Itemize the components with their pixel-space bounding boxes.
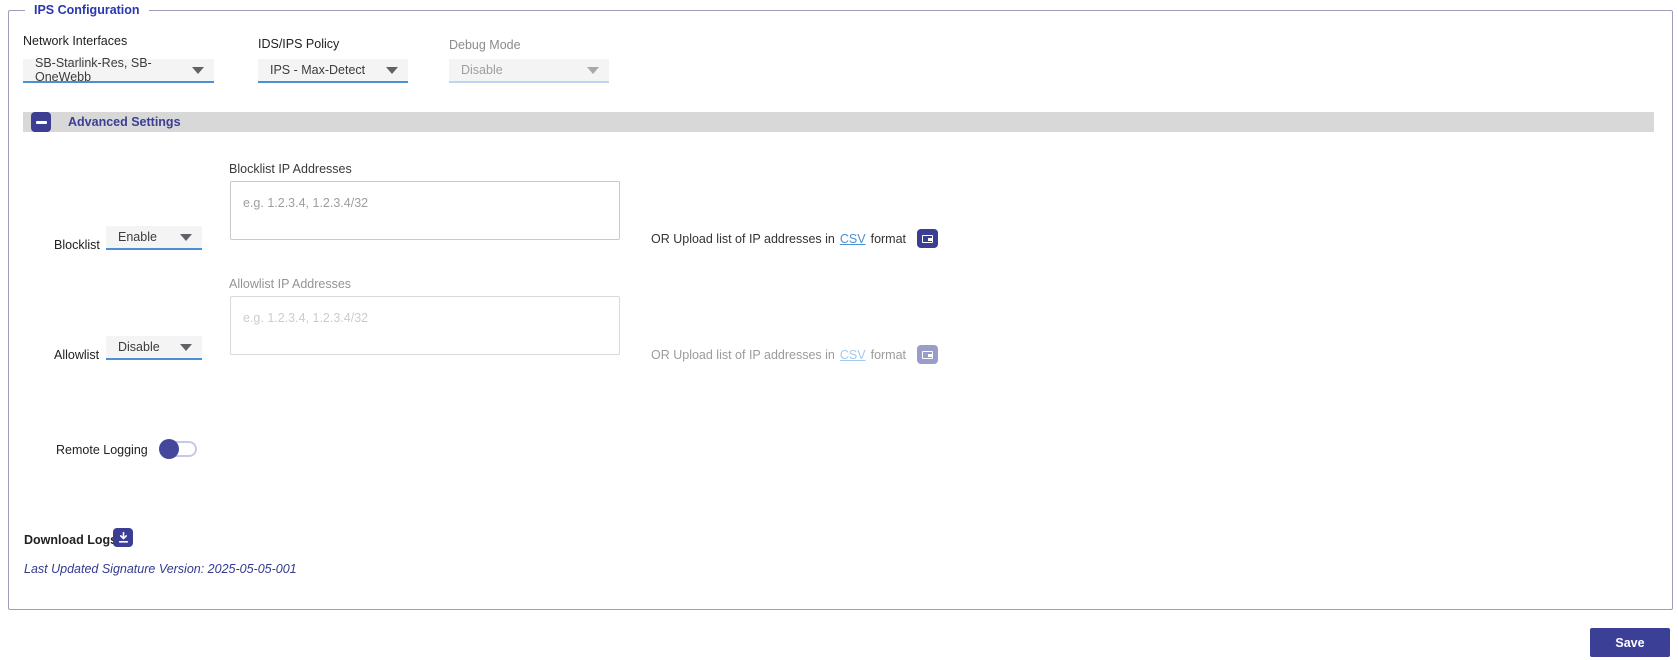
blocklist-state-value: Enable bbox=[118, 230, 157, 244]
blocklist-state-dropdown[interactable]: Enable bbox=[106, 226, 202, 250]
remote-logging-toggle[interactable] bbox=[159, 439, 199, 459]
remote-logging-label: Remote Logging bbox=[56, 443, 148, 457]
allowlist-ip-addresses-input bbox=[230, 296, 620, 355]
upload-text-suffix: format bbox=[870, 347, 907, 362]
ids-ips-policy-dropdown[interactable]: IPS - Max-Detect bbox=[258, 59, 408, 83]
chevron-down-icon bbox=[180, 343, 192, 351]
debug-mode-value: Disable bbox=[461, 63, 503, 77]
ids-ips-policy-label: IDS/IPS Policy bbox=[258, 37, 340, 51]
debug-mode-label: Debug Mode bbox=[449, 38, 521, 52]
chevron-down-icon bbox=[180, 233, 192, 241]
chevron-down-icon bbox=[386, 66, 398, 74]
csv-link[interactable]: CSV bbox=[840, 232, 866, 246]
blocklist-upload-row: OR Upload list of IP addresses in CSV fo… bbox=[651, 229, 939, 248]
blocklist-ip-addresses-input[interactable] bbox=[230, 181, 620, 240]
signature-version-text: Last Updated Signature Version: 2025-05-… bbox=[24, 562, 297, 576]
upload-text-prefix: OR Upload list of IP addresses in bbox=[651, 347, 835, 362]
folder-upload-icon-disabled bbox=[917, 345, 939, 364]
network-interfaces-dropdown[interactable]: SB-Starlink-Res, SB-OneWebb bbox=[23, 56, 214, 84]
allowlist-state-dropdown[interactable]: Disable bbox=[106, 336, 202, 360]
advanced-settings-title: Advanced Settings bbox=[68, 115, 181, 129]
download-logs-label: Download Logs bbox=[24, 533, 118, 547]
upload-text-prefix: OR Upload list of IP addresses in bbox=[651, 231, 835, 246]
chevron-down-icon bbox=[192, 66, 204, 74]
collapse-minus-icon[interactable] bbox=[31, 112, 51, 132]
allowlist-ip-addresses-label: Allowlist IP Addresses bbox=[229, 277, 352, 291]
folder-upload-icon[interactable] bbox=[917, 229, 939, 248]
advanced-settings-bar: Advanced Settings bbox=[23, 112, 1654, 132]
download-icon[interactable] bbox=[113, 528, 133, 547]
allowlist-state-value: Disable bbox=[118, 340, 160, 354]
blocklist-ip-addresses-label: Blocklist IP Addresses bbox=[229, 162, 352, 176]
allowlist-upload-row: OR Upload list of IP addresses in CSV fo… bbox=[651, 345, 939, 364]
csv-link-disabled: CSV bbox=[839, 347, 866, 362]
save-button[interactable]: Save bbox=[1590, 628, 1670, 657]
network-interfaces-value: SB-Starlink-Res, SB-OneWebb bbox=[35, 56, 152, 84]
allowlist-label: Allowlist bbox=[54, 348, 100, 362]
blocklist-label: Blocklist bbox=[54, 238, 100, 252]
ips-configuration-panel: IPS Configuration Network Interfaces SB-… bbox=[8, 3, 1673, 610]
network-interfaces-label: Network Interfaces bbox=[23, 34, 128, 48]
chevron-down-icon bbox=[587, 66, 599, 74]
panel-title: IPS Configuration bbox=[25, 3, 149, 17]
upload-text-suffix: format bbox=[870, 231, 907, 246]
debug-mode-dropdown: Disable bbox=[449, 59, 609, 83]
ids-ips-policy-value: IPS - Max-Detect bbox=[270, 63, 366, 77]
